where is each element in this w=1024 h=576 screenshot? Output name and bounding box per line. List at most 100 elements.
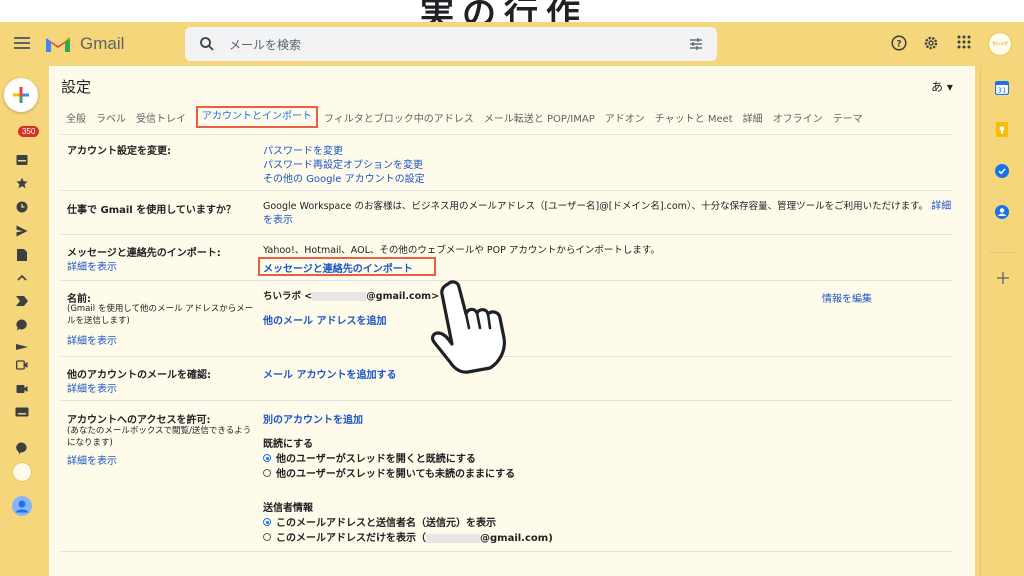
sender-name: ちいラボ <	[263, 291, 313, 302]
radio-selected[interactable]	[263, 518, 271, 526]
workspace-description: Google Workspace のお客様は、ビジネス用のメールアドレス（[ユー…	[263, 200, 953, 228]
drafts-icon[interactable]	[17, 249, 27, 261]
meet-new-meeting-icon[interactable]	[16, 360, 28, 370]
sent-icon[interactable]	[16, 225, 28, 237]
name-learn-more-link[interactable]: 詳細を表示	[67, 332, 117, 347]
change-recovery-link[interactable]: パスワード再設定オプションを変更	[263, 156, 423, 171]
mark-read-option-1-label: 他のユーザーがスレッドを開くと既読にする	[276, 454, 476, 465]
keep-icon[interactable]	[996, 122, 1008, 137]
add-mail-account-link[interactable]: メール アカウントを追加する	[263, 366, 396, 381]
sender-info-option-2-prefix: このメールアドレスだけを表示（	[276, 533, 426, 544]
gmail-logo[interactable]: Gmail	[44, 34, 124, 54]
check-mail-learn-more-link[interactable]: 詳細を表示	[67, 380, 117, 395]
svg-text:?: ?	[896, 40, 901, 50]
tab-labels[interactable]: ラベル	[96, 110, 126, 128]
hangouts-icon[interactable]	[16, 442, 28, 455]
mark-read-title: 既読にする	[263, 439, 314, 450]
search-options-icon[interactable]	[689, 37, 703, 51]
tab-general[interactable]: 全般	[66, 110, 86, 128]
change-password-link[interactable]: パスワードを変更	[263, 142, 343, 157]
contacts-icon[interactable]	[995, 205, 1009, 219]
compose-plus-icon	[13, 87, 29, 103]
help-icon[interactable]: ?	[891, 35, 907, 51]
tab-filters[interactable]: フィルタとブロック中のアドレス	[324, 110, 474, 128]
workspace-text: Google Workspace のお客様は、ビジネス用のメールアドレス（[ユー…	[263, 201, 929, 212]
input-tools-selector[interactable]: あ ▾	[931, 78, 953, 95]
name-description: (Gmail を使用して他のメール アドレスからメールを送信します)	[67, 304, 254, 326]
side-panel-divider	[989, 252, 1017, 253]
calendar-icon[interactable]: 31	[995, 81, 1009, 95]
chat-contact-avatar[interactable]	[12, 462, 32, 482]
apps-grid-icon[interactable]	[957, 35, 971, 49]
compose-button[interactable]	[4, 78, 38, 112]
main-menu-icon[interactable]	[14, 37, 30, 49]
tab-chat-meet[interactable]: チャットと Meet	[655, 110, 733, 128]
radio-unselected[interactable]	[263, 533, 271, 541]
add-another-account-link[interactable]: 別のアカウントを追加	[263, 411, 363, 426]
less-chevron-icon[interactable]	[16, 274, 28, 282]
pointing-hand-icon	[431, 280, 506, 374]
tab-addons[interactable]: アドオン	[605, 110, 645, 128]
scheduled-icon[interactable]	[16, 344, 28, 350]
check-mail-label: 他のアカウントのメールを確認:	[67, 370, 211, 381]
row-divider	[61, 190, 953, 191]
grant-learn-more-link[interactable]: 詳細を表示	[67, 452, 117, 467]
change-settings-label: アカウント設定を変更:	[67, 146, 171, 157]
mark-read-option-2[interactable]: 他のユーザーがスレッドを開いても未読のままにする	[263, 465, 515, 480]
sender-address: ちいラボ < @gmail.com>	[263, 290, 439, 304]
import-description: Yahoo!、Hotmail、AOL、その他のウェブメールや POP アカウント…	[263, 245, 660, 256]
blurred-email	[426, 533, 480, 543]
tab-offline[interactable]: オフライン	[773, 110, 823, 128]
row-divider	[61, 234, 953, 235]
work-gmail-label: 仕事で Gmail を使用していますか？	[67, 205, 236, 216]
grant-access-description: (あなたのメールボックスで閲覧/送信できるようになります)	[67, 426, 252, 448]
radio-unselected[interactable]	[263, 469, 271, 477]
starred-icon[interactable]	[16, 177, 28, 189]
import-highlight-box	[258, 257, 436, 276]
meet-join-icon[interactable]	[16, 384, 28, 394]
get-addons-plus-icon[interactable]	[997, 272, 1009, 284]
add-email-address-link[interactable]: 他のメール アドレスを追加	[263, 312, 386, 327]
svg-text:31: 31	[998, 87, 1007, 95]
chats-icon[interactable]	[16, 319, 28, 331]
gmail-window: Gmail メールを検索 ? ちいラボ 350 31 設定 あ ▾ 全般 ラベル…	[0, 22, 1024, 576]
side-panel-rail: 31	[980, 66, 1024, 576]
blurred-email	[312, 292, 367, 301]
edit-info-link[interactable]: 情報を編集	[822, 290, 872, 305]
top-bar: Gmail メールを検索 ? ちいラボ	[0, 22, 1024, 66]
inbox-icon[interactable]	[16, 154, 28, 166]
keyboard-icon[interactable]	[15, 407, 29, 417]
search-icon[interactable]	[199, 36, 215, 52]
mark-read-option-2-label: 他のユーザーがスレッドを開いても未読のままにする	[276, 469, 516, 480]
sender-info-option-2-suffix: @gmail.com)	[480, 533, 553, 544]
grant-access-label: アカウントへのアクセスを許可:	[67, 415, 211, 426]
google-account-settings-link[interactable]: その他の Google アカウントの設定	[263, 170, 425, 185]
snoozed-icon[interactable]	[16, 201, 28, 213]
tasks-icon[interactable]	[995, 164, 1009, 178]
important-icon[interactable]	[16, 296, 28, 306]
tab-inbox[interactable]: 受信トレイ	[136, 110, 186, 128]
radio-selected[interactable]	[263, 454, 271, 462]
tab-forwarding[interactable]: メール転送と POP/IMAP	[484, 110, 595, 128]
tabs-divider	[61, 134, 953, 135]
tab-advanced[interactable]: 詳細	[743, 110, 763, 128]
row-divider	[61, 400, 953, 401]
sender-info-option-2[interactable]: このメールアドレスだけを表示（ @gmail.com)	[263, 529, 553, 544]
sender-info-option-1-label: このメールアドレスと送信者名（送信元）を表示	[276, 518, 496, 529]
search-input[interactable]: メールを検索	[229, 36, 301, 53]
import-learn-more-link[interactable]: 詳細を表示	[67, 258, 117, 273]
search-bar[interactable]: メールを検索	[185, 27, 717, 61]
tab-themes[interactable]: テーマ	[833, 110, 863, 128]
account-avatar[interactable]: ちいラボ	[988, 32, 1012, 56]
page-title: 設定	[61, 78, 92, 96]
gmail-brand: Gmail	[80, 34, 125, 53]
settings-tabs: 全般 ラベル 受信トレイ アカウントとインポート フィルタとブロック中のアドレス…	[66, 106, 873, 128]
unread-count-badge: 350	[18, 126, 40, 137]
contact-person-icon[interactable]	[12, 496, 32, 516]
sender-info-option-1[interactable]: このメールアドレスと送信者名（送信元）を表示	[263, 514, 496, 529]
mark-read-option-1[interactable]: 他のユーザーがスレッドを開くと既読にする	[263, 450, 476, 465]
tab-accounts-import[interactable]: アカウントとインポート	[196, 106, 318, 128]
import-label: メッセージと連絡先のインポート:	[67, 248, 221, 259]
sender-info-title: 送信者情報	[263, 503, 313, 514]
settings-gear-icon[interactable]	[923, 35, 939, 51]
